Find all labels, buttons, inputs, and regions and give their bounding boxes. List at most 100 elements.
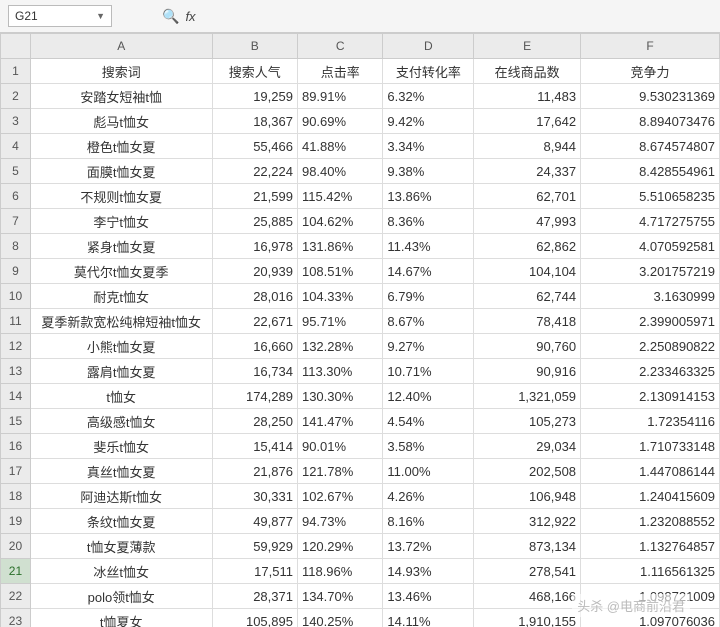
header-cell[interactable]: 点击率 [297, 59, 382, 84]
cell-competitiveness[interactable]: 1.240415609 [581, 484, 720, 509]
cell-conversion-rate[interactable]: 13.86% [383, 184, 474, 209]
cell-click-rate[interactable]: 90.69% [297, 109, 382, 134]
cell-competitiveness[interactable]: 2.250890822 [581, 334, 720, 359]
cell-online-products[interactable]: 24,337 [474, 159, 581, 184]
header-cell[interactable]: 搜索人气 [212, 59, 297, 84]
cell-conversion-rate[interactable]: 8.36% [383, 209, 474, 234]
cell-conversion-rate[interactable]: 11.43% [383, 234, 474, 259]
search-icon[interactable]: 🔍 [162, 8, 179, 25]
cell-conversion-rate[interactable]: 6.79% [383, 284, 474, 309]
cell-online-products[interactable]: 105,273 [474, 409, 581, 434]
spreadsheet-grid[interactable]: A B C D E F 1搜索词搜索人气点击率支付转化率在线商品数竞争力2安踏女… [0, 33, 720, 627]
cell-online-products[interactable]: 1,910,155 [474, 609, 581, 627]
cell-competitiveness[interactable]: 1.447086144 [581, 459, 720, 484]
cell-click-rate[interactable]: 104.62% [297, 209, 382, 234]
cell-competitiveness[interactable]: 4.070592581 [581, 234, 720, 259]
cell-keyword[interactable]: t恤女 [30, 384, 212, 409]
cell-conversion-rate[interactable]: 14.93% [383, 559, 474, 584]
cell-click-rate[interactable]: 115.42% [297, 184, 382, 209]
cell-online-products[interactable]: 312,922 [474, 509, 581, 534]
cell-conversion-rate[interactable]: 4.54% [383, 409, 474, 434]
cell-competitiveness[interactable]: 4.717275755 [581, 209, 720, 234]
row-header[interactable]: 11 [1, 309, 31, 334]
col-header-b[interactable]: B [212, 34, 297, 59]
cell-search-popularity[interactable]: 30,331 [212, 484, 297, 509]
cell-search-popularity[interactable]: 22,224 [212, 159, 297, 184]
cell-online-products[interactable]: 90,760 [474, 334, 581, 359]
cell-competitiveness[interactable]: 8.894073476 [581, 109, 720, 134]
cell-conversion-rate[interactable]: 8.16% [383, 509, 474, 534]
cell-search-popularity[interactable]: 59,929 [212, 534, 297, 559]
cell-click-rate[interactable]: 121.78% [297, 459, 382, 484]
row-header[interactable]: 7 [1, 209, 31, 234]
cell-keyword[interactable]: 紧身t恤女夏 [30, 234, 212, 259]
header-cell[interactable]: 竞争力 [581, 59, 720, 84]
cell-competitiveness[interactable]: 2.399005971 [581, 309, 720, 334]
cell-competitiveness[interactable]: 9.530231369 [581, 84, 720, 109]
cell-keyword[interactable]: 高级感t恤女 [30, 409, 212, 434]
cell-online-products[interactable]: 1,321,059 [474, 384, 581, 409]
cell-click-rate[interactable]: 89.91% [297, 84, 382, 109]
cell-search-popularity[interactable]: 174,289 [212, 384, 297, 409]
cell-search-popularity[interactable]: 22,671 [212, 309, 297, 334]
cell-search-popularity[interactable]: 16,978 [212, 234, 297, 259]
row-header[interactable]: 12 [1, 334, 31, 359]
cell-online-products[interactable]: 11,483 [474, 84, 581, 109]
cell-competitiveness[interactable]: 8.428554961 [581, 159, 720, 184]
row-header[interactable]: 6 [1, 184, 31, 209]
col-header-d[interactable]: D [383, 34, 474, 59]
name-box[interactable]: G21 ▼ [8, 5, 112, 27]
row-header[interactable]: 9 [1, 259, 31, 284]
cell-search-popularity[interactable]: 49,877 [212, 509, 297, 534]
cell-keyword[interactable]: 莫代尔t恤女夏季 [30, 259, 212, 284]
cell-competitiveness[interactable]: 3.1630999 [581, 284, 720, 309]
cell-online-products[interactable]: 873,134 [474, 534, 581, 559]
cell-competitiveness[interactable]: 3.201757219 [581, 259, 720, 284]
cell-keyword[interactable]: 安踏女短袖t恤 [30, 84, 212, 109]
cell-keyword[interactable]: 阿迪达斯t恤女 [30, 484, 212, 509]
cell-keyword[interactable]: polo领t恤女 [30, 584, 212, 609]
cell-competitiveness[interactable]: 5.510658235 [581, 184, 720, 209]
row-header[interactable]: 21 [1, 559, 31, 584]
cell-conversion-rate[interactable]: 4.26% [383, 484, 474, 509]
cell-competitiveness[interactable]: 8.674574807 [581, 134, 720, 159]
cell-search-popularity[interactable]: 105,895 [212, 609, 297, 627]
cell-conversion-rate[interactable]: 3.58% [383, 434, 474, 459]
select-all-corner[interactable] [1, 34, 31, 59]
col-header-a[interactable]: A [30, 34, 212, 59]
cell-keyword[interactable]: 面膜t恤女夏 [30, 159, 212, 184]
row-header[interactable]: 1 [1, 59, 31, 84]
cell-keyword[interactable]: 露肩t恤女夏 [30, 359, 212, 384]
cell-click-rate[interactable]: 141.47% [297, 409, 382, 434]
cell-search-popularity[interactable]: 28,371 [212, 584, 297, 609]
row-header[interactable]: 10 [1, 284, 31, 309]
row-header[interactable]: 14 [1, 384, 31, 409]
cell-online-products[interactable]: 78,418 [474, 309, 581, 334]
row-header[interactable]: 16 [1, 434, 31, 459]
cell-search-popularity[interactable]: 20,939 [212, 259, 297, 284]
name-box-dropdown-icon[interactable]: ▼ [96, 11, 105, 21]
cell-search-popularity[interactable]: 16,734 [212, 359, 297, 384]
cell-search-popularity[interactable]: 21,599 [212, 184, 297, 209]
cell-competitiveness[interactable]: 1.116561325 [581, 559, 720, 584]
row-header[interactable]: 2 [1, 84, 31, 109]
row-header[interactable]: 22 [1, 584, 31, 609]
cell-click-rate[interactable]: 104.33% [297, 284, 382, 309]
cell-click-rate[interactable]: 120.29% [297, 534, 382, 559]
cell-conversion-rate[interactable]: 6.32% [383, 84, 474, 109]
row-header[interactable]: 4 [1, 134, 31, 159]
cell-conversion-rate[interactable]: 13.72% [383, 534, 474, 559]
cell-conversion-rate[interactable]: 9.27% [383, 334, 474, 359]
cell-keyword[interactable]: 真丝t恤女夏 [30, 459, 212, 484]
cell-click-rate[interactable]: 118.96% [297, 559, 382, 584]
cell-conversion-rate[interactable]: 14.11% [383, 609, 474, 627]
cell-click-rate[interactable]: 108.51% [297, 259, 382, 284]
cell-click-rate[interactable]: 95.71% [297, 309, 382, 334]
cell-search-popularity[interactable]: 25,885 [212, 209, 297, 234]
cell-conversion-rate[interactable]: 3.34% [383, 134, 474, 159]
cell-keyword[interactable]: 橙色t恤女夏 [30, 134, 212, 159]
cell-competitiveness[interactable]: 1.232088552 [581, 509, 720, 534]
header-cell[interactable]: 在线商品数 [474, 59, 581, 84]
cell-online-products[interactable]: 62,701 [474, 184, 581, 209]
cell-online-products[interactable]: 202,508 [474, 459, 581, 484]
